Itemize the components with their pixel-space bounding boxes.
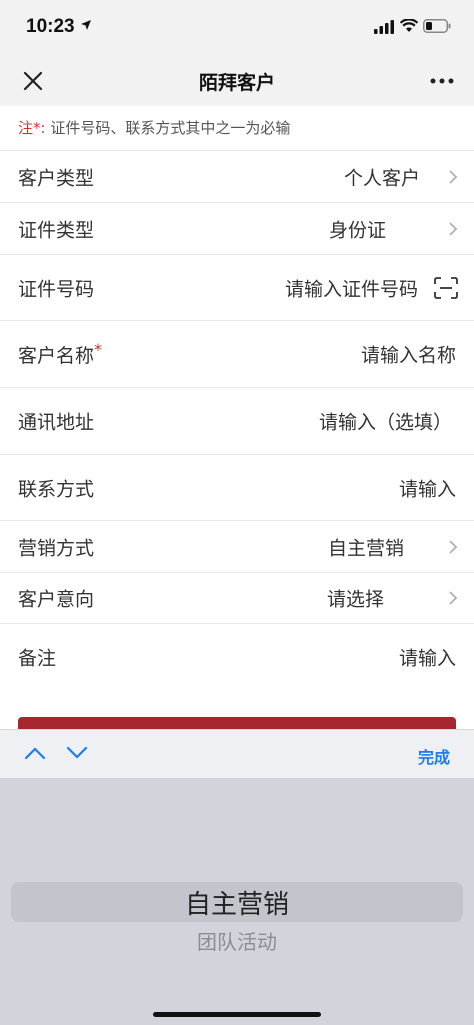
nav-bar: 陌拜客户 xyxy=(0,56,474,106)
required-note: 注*: 证件号码、联系方式其中之一为必输 xyxy=(0,106,474,150)
status-bar: 10:23 xyxy=(0,0,474,56)
customer-type-value: 个人客户 xyxy=(343,167,420,189)
location-arrow-icon xyxy=(81,20,91,30)
keyboard-toolbar: 完成 xyxy=(0,729,474,778)
customer-intent-select[interactable]: 请选择 xyxy=(327,585,384,612)
customer-intent-label: 客户意向 xyxy=(18,588,95,611)
contact-label: 联系方式 xyxy=(18,478,95,500)
contact-row[interactable]: 联系方式 请输入 xyxy=(0,454,474,520)
more-icon[interactable] xyxy=(430,78,454,84)
id-number-row[interactable]: 证件号码 请输入证件号码 xyxy=(0,254,474,320)
chevron-right-icon xyxy=(449,591,458,605)
scan-icon[interactable] xyxy=(434,276,458,299)
address-row[interactable]: 通讯地址 请输入（选填） xyxy=(0,387,474,454)
battery-icon xyxy=(423,19,451,33)
id-type-value: 身份证 xyxy=(328,219,386,241)
picker-option-selected[interactable]: 自主营销 xyxy=(0,884,474,921)
chevron-right-icon xyxy=(449,221,458,236)
done-button[interactable]: 完成 xyxy=(418,744,450,768)
customer-type-row[interactable]: 客户类型 个人客户 xyxy=(0,150,474,202)
submit-button[interactable] xyxy=(18,717,456,729)
required-mark: * xyxy=(94,339,103,359)
signal-icon xyxy=(374,20,394,34)
marketing-method-row[interactable]: 营销方式 自主营销 xyxy=(0,520,474,572)
id-number-input[interactable]: 请输入证件号码 xyxy=(285,274,418,301)
wifi-icon xyxy=(400,19,418,32)
customer-type-label: 客户类型 xyxy=(18,167,95,189)
customer-name-label: 客户名称* xyxy=(18,339,103,368)
remarks-label: 备注 xyxy=(18,647,57,669)
marketing-method-label: 营销方式 xyxy=(18,537,95,559)
id-type-label: 证件类型 xyxy=(18,219,95,241)
chevron-up-icon[interactable] xyxy=(24,746,46,760)
id-type-row[interactable]: 证件类型 身份证 xyxy=(0,202,474,254)
remarks-row[interactable]: 备注 请输入 xyxy=(0,623,474,689)
chevron-right-icon xyxy=(449,539,458,554)
note-prefix: 注*: xyxy=(18,119,46,137)
address-input[interactable]: 请输入（选填） xyxy=(319,408,452,435)
contact-input[interactable]: 请输入 xyxy=(399,474,456,501)
page-title: 陌拜客户 xyxy=(198,72,275,94)
picker-option[interactable]: 团队活动 xyxy=(0,926,474,955)
address-label: 通讯地址 xyxy=(18,411,95,434)
marketing-method-value: 自主营销 xyxy=(327,537,404,559)
id-number-label: 证件号码 xyxy=(18,278,95,300)
customer-name-input[interactable]: 请输入名称 xyxy=(361,341,456,368)
status-time: 10:23 xyxy=(26,16,75,37)
home-indicator xyxy=(153,1012,321,1017)
customer-name-row[interactable]: 客户名称* 请输入名称 xyxy=(0,320,474,387)
chevron-right-icon xyxy=(449,169,458,184)
note-text: 证件号码、联系方式其中之一为必输 xyxy=(50,119,291,137)
chevron-down-icon[interactable] xyxy=(66,746,88,760)
remarks-input[interactable]: 请输入 xyxy=(399,643,456,670)
option-picker[interactable]: 自主营销 团队活动 xyxy=(0,778,474,1025)
customer-intent-row[interactable]: 客户意向 请选择 xyxy=(0,572,474,623)
